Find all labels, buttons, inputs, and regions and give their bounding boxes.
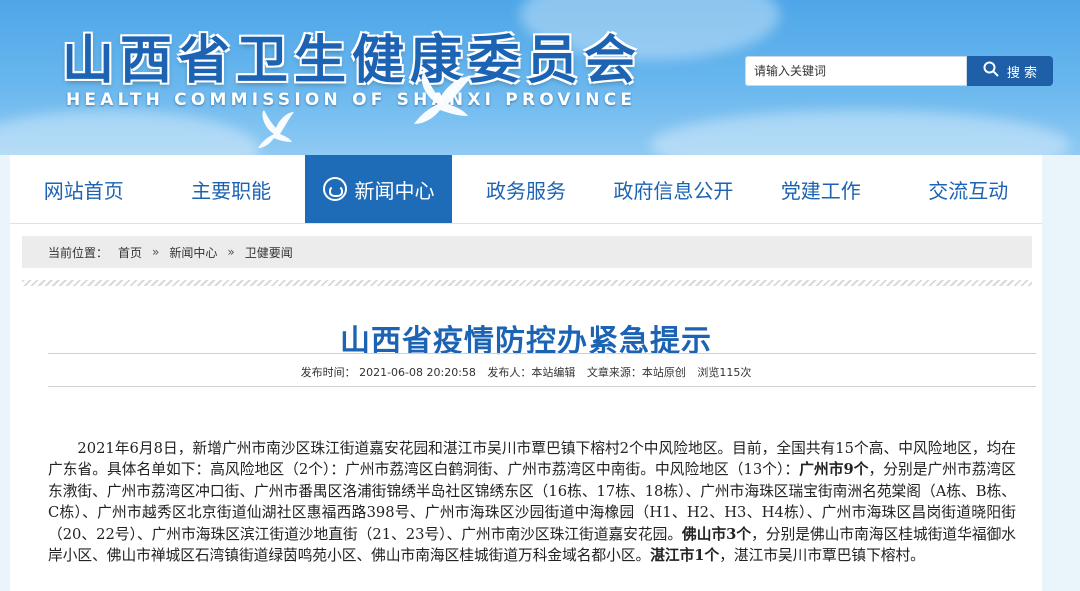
nav-item-info-disclosure[interactable]: 政府信息公开 [600, 155, 747, 223]
cloud-decoration [0, 110, 260, 155]
search-input[interactable] [754, 64, 958, 78]
header-banner: 山西省卫生健康委员会 HEALTH COMMISSION OF SHANXI P… [0, 0, 1080, 155]
body-bold-segment: 湛江市1个 [650, 547, 720, 565]
body-bold-segment: 佛山市3个 [682, 525, 752, 543]
site-subtitle: HEALTH COMMISSION OF SHANXI PROVINCE [66, 90, 637, 110]
nav-item-interaction[interactable]: 交流互动 [895, 155, 1042, 223]
nav-item-label: 交流互动 [928, 178, 1009, 203]
dove-icon [398, 70, 478, 130]
search-button[interactable]: 搜 索 [967, 56, 1053, 86]
body-bold-segment: 广州市9个 [799, 461, 869, 479]
nav-item-label: 政府信息公开 [613, 178, 734, 203]
search-field[interactable] [745, 56, 967, 86]
publish-time: 发布时间： 2021-06-08 20:20:58 [300, 366, 476, 379]
body-text-segment: ，湛江市吴川市覃巴镇下榕村。 [719, 547, 925, 565]
divider [48, 386, 1036, 387]
nav-item-label: 网站首页 [43, 178, 124, 203]
nav-item-label: 主要职能 [191, 178, 272, 203]
nav-item-services[interactable]: 政务服务 [452, 155, 599, 223]
breadcrumb-prefix: 当前位置： [48, 245, 109, 260]
search-button-label: 搜 索 [1006, 65, 1038, 81]
nav-item-party-building[interactable]: 党建工作 [747, 155, 894, 223]
globe-icon [322, 177, 347, 201]
breadcrumb: 当前位置： 首页 » 新闻中心 » 卫健要闻 [22, 236, 1032, 268]
content-panel: 当前位置： 首页 » 新闻中心 » 卫健要闻 山西省疫情防控办紧急提示 发布时间… [10, 224, 1042, 591]
nav-item-label: 新闻中心 [354, 178, 435, 203]
site-title: 山西省卫生健康委员会 [62, 30, 643, 91]
nav-item-label: 政务服务 [485, 178, 566, 203]
cloud-decoration [650, 110, 1070, 155]
dove-icon [250, 108, 298, 152]
search-icon [983, 61, 999, 81]
main-nav: 网站首页 主要职能 新闻中心 政务服务 政府信息公开 党建工作 交流互动 [10, 155, 1042, 224]
breadcrumb-news-link[interactable]: 新闻中心 [169, 244, 217, 261]
nav-item-news-center[interactable]: 新闻中心 [304, 155, 453, 223]
breadcrumb-separator: » [152, 245, 160, 259]
breadcrumb-separator: » [227, 245, 235, 259]
nav-item-home[interactable]: 网站首页 [10, 155, 157, 223]
breadcrumb-current-link[interactable]: 卫健要闻 [245, 244, 293, 261]
article-meta: 发布时间： 2021-06-08 20:20:58 发布人：本站编辑 文章来源：… [10, 364, 1042, 380]
divider [48, 353, 1036, 354]
divider [22, 280, 1032, 286]
article-source: 文章来源：本站原创 [586, 366, 686, 379]
nav-item-label: 党建工作 [780, 178, 861, 203]
publisher: 发布人：本站编辑 [487, 366, 576, 379]
nav-item-functions[interactable]: 主要职能 [157, 155, 304, 223]
breadcrumb-home-link[interactable]: 首页 [118, 244, 142, 261]
view-count: 浏览115次 [697, 366, 752, 379]
article-body: 2021年6月8日，新增广州市南沙区珠江街道嘉安花园和湛江市吴川市覃巴镇下榕村2… [48, 438, 1016, 566]
